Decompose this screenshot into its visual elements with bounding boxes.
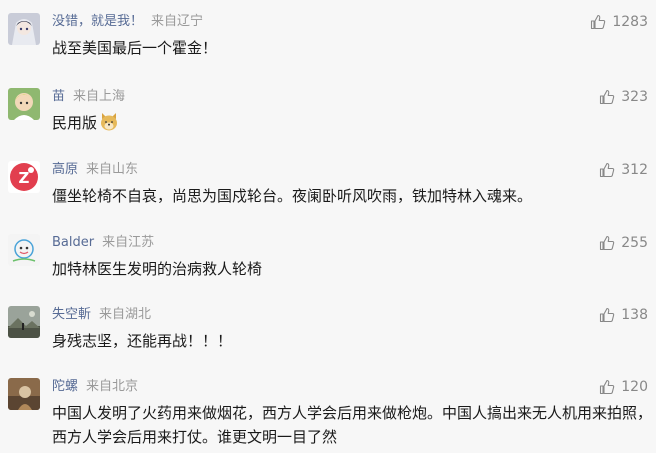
comment-text: 战至美国最后一个霍金！ [52,39,218,57]
comment-meta: 失空斬 来自湖北 [52,306,151,324]
sleep-z-avatar-icon[interactable]: Z [8,161,40,193]
anime-avatar-icon[interactable] [8,13,40,45]
thumbs-up-icon [600,307,615,323]
comment-text: 身残志坚，还能再战！！！ [52,332,233,350]
like-count: 138 [621,307,648,323]
svg-text:Z: Z [19,169,30,187]
comment-meta: 没错，就是我！ 来自辽宁 [52,13,203,31]
nickname[interactable]: 高原 [52,162,78,177]
thumbs-up-icon [600,235,615,251]
thumbs-up-icon [600,162,615,178]
nickname[interactable]: 没错，就是我！ [52,14,143,29]
doge-emoji-icon [99,112,119,139]
thumbs-up-icon [600,379,615,395]
like-button[interactable]: 312 [599,161,648,179]
location: 来自辽宁 [151,14,204,29]
like-button[interactable]: 138 [599,306,648,324]
comment-list: 没错，就是我！ 来自辽宁 1283 战至美国最后一个霍金！ 苗来自上海 323 民… [0,0,656,453]
cartoon-boy-avatar-icon[interactable] [8,88,40,120]
landscape-avatar-icon[interactable] [8,306,40,338]
comment-text-content: 民用版 [52,114,98,132]
location: 来自山东 [86,162,139,177]
comment-meta: 苗来自上海 [52,88,125,106]
comment-meta: Balder 来自江苏 [52,234,154,252]
comment-text: 民用版 [52,111,652,139]
nickname[interactable]: 失空斬 [52,307,91,322]
comment-text: 中国人发明了火药用来做烟花，西方人学会后用来做枪炮。中国人搞出来无人机用来拍照，… [52,404,653,446]
location: 来自湖北 [99,307,152,322]
location: 来自北京 [86,379,139,394]
nickname[interactable]: 陀螺 [52,379,78,394]
like-count: 312 [621,162,648,178]
like-count: 120 [621,379,648,395]
like-count: 1283 [612,14,648,30]
comment-meta: 陀螺 来自北京 [52,378,138,396]
nickname[interactable]: 苗 [52,89,65,104]
comment-text: 僵坐轮椅不自哀，尚思为国戍轮台。夜阑卧听风吹雨，铁加特林入魂来。 [52,187,533,205]
like-button[interactable]: 1283 [590,13,648,31]
like-count: 255 [621,235,648,251]
thumbs-up-icon [600,89,615,105]
thumbs-up-icon [591,14,606,30]
comment-text: 加特林医生发明的治病救人轮椅 [52,260,263,278]
doodle-avatar-icon[interactable] [8,234,40,266]
comment-meta: 高原 来自山东 [52,161,138,179]
photo-avatar-icon[interactable] [8,378,40,410]
location: 来自江苏 [102,235,155,250]
like-button[interactable]: 120 [599,378,648,396]
like-count: 323 [621,89,648,105]
like-button[interactable]: 255 [599,234,648,252]
nickname[interactable]: Balder [52,235,94,250]
location: 来自上海 [73,89,126,104]
like-button[interactable]: 323 [599,88,648,106]
